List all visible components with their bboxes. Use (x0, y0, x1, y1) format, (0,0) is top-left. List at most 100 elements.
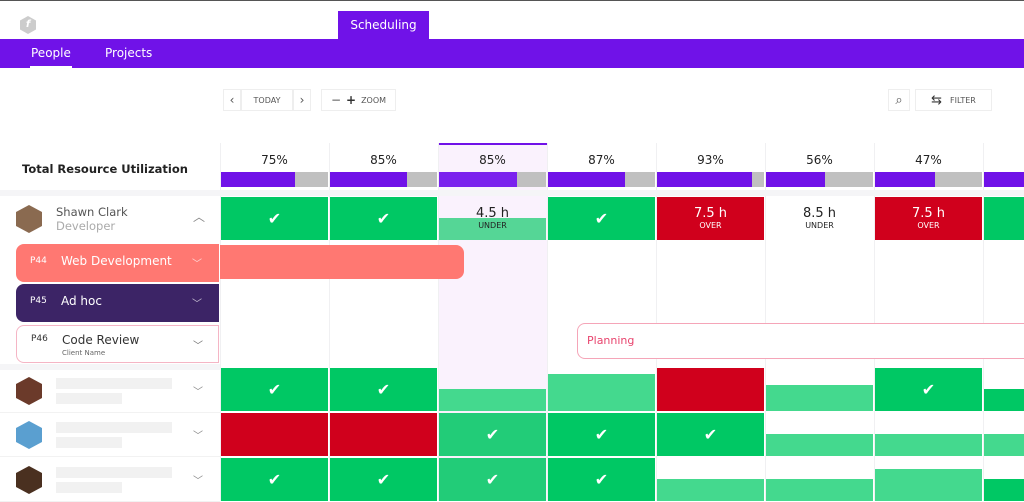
day-cell-ok[interactable] (984, 434, 1024, 456)
check-icon: ✔ (703, 425, 718, 444)
prev-button[interactable]: ‹ (223, 89, 241, 111)
role-placeholder (56, 393, 122, 404)
day-cell-ok[interactable] (766, 385, 873, 411)
check-icon: ✔ (485, 425, 500, 444)
day-cell-ok[interactable]: ✔ (330, 197, 437, 240)
zoom-in-icon[interactable]: + (346, 93, 356, 107)
day-cell-ok[interactable] (439, 389, 546, 411)
hours-value: 7.5 h (911, 206, 946, 221)
sub-nav: People Projects (0, 39, 1024, 68)
check-icon: ✔ (594, 425, 609, 444)
day-cell-over[interactable] (330, 413, 437, 456)
project-row-p45[interactable]: P45 Ad hoc ﹀ (16, 284, 219, 322)
check-icon: ✔ (921, 380, 936, 399)
status-label: UNDER (478, 221, 507, 230)
utilization-bar (221, 172, 328, 187)
day-cell-ok[interactable] (548, 374, 655, 411)
day-cell-over[interactable] (221, 413, 328, 456)
name-placeholder (56, 467, 172, 478)
day-cell-ok[interactable]: ✔ (221, 368, 328, 411)
day-cell-ok[interactable] (766, 434, 873, 456)
role-placeholder (56, 482, 122, 493)
check-icon: ✔ (376, 470, 391, 489)
chevron-down-icon[interactable]: ﹀ (192, 255, 202, 270)
chevron-down-icon[interactable]: ﹀ (193, 427, 203, 442)
schedule-grid: 75% 85% 85% 87% 93% 56% 47% ✔ ✔ 4.5 h UNDER ✔ 7.5 hO… (220, 143, 1024, 501)
utilization-bar (984, 172, 1024, 187)
tab-scheduling[interactable]: Scheduling (338, 11, 429, 40)
chevron-down-icon[interactable]: ﹀ (193, 337, 203, 352)
day-cell-over[interactable]: 7.5 h OVER (875, 197, 982, 240)
utilization-column[interactable]: 75% (220, 143, 329, 190)
day-cell-ok[interactable]: ✔ (330, 368, 437, 411)
day-cell-ok[interactable]: ✔ (548, 197, 655, 240)
check-icon: ✔ (594, 209, 609, 228)
chevron-down-icon[interactable]: ﹀ (193, 472, 203, 487)
next-button[interactable]: › (293, 89, 311, 111)
filter-label: FILTER (950, 95, 976, 105)
filter-icon: ⇆ (931, 92, 943, 108)
day-cell-ok[interactable] (984, 389, 1024, 411)
person-role: Developer (56, 219, 116, 233)
utilization-bar-fill (330, 172, 408, 187)
day-cell-ok[interactable] (657, 479, 764, 501)
utilization-percent: 87% (588, 153, 615, 167)
chevron-right-icon: › (299, 93, 305, 107)
day-cell-over[interactable]: 7.5 h OVER (657, 197, 764, 240)
hours-value: 7.5 h (693, 206, 728, 221)
status-label: OVER (917, 221, 940, 230)
day-cell-under[interactable]: 4.5 h UNDER (439, 197, 546, 240)
utilization-percent: 47% (915, 153, 942, 167)
project-name: Ad hoc (61, 294, 102, 308)
project-name: Code Review (62, 333, 140, 347)
utilization-column[interactable]: 85% (329, 143, 438, 190)
day-cell-ok[interactable]: ✔ (439, 458, 546, 501)
status-label: UNDER (805, 221, 834, 230)
utilization-percent: 85% (479, 153, 506, 167)
day-cell-ok[interactable] (766, 479, 873, 501)
tab-people[interactable]: People (30, 39, 72, 68)
utilization-title: Total Resource Utilization (22, 162, 188, 176)
utilization-column[interactable] (983, 143, 1024, 190)
utilization-column[interactable]: 47% (874, 143, 983, 190)
day-cell-ok[interactable]: ✔ (221, 197, 328, 240)
day-cell-ok[interactable]: ✔ (984, 197, 1024, 240)
chevron-down-icon[interactable]: ﹀ (193, 383, 203, 398)
utilization-bar-fill (221, 172, 295, 187)
check-icon: ✔ (267, 380, 282, 399)
check-icon: ✔ (485, 470, 500, 489)
day-cell-ok[interactable]: ✔ (548, 413, 655, 456)
project-bar-planning[interactable]: Planning (577, 323, 1024, 359)
check-icon: ✔ (376, 380, 391, 399)
chevron-down-icon[interactable]: ﹀ (192, 295, 202, 310)
utilization-bar-fill (984, 172, 1024, 187)
day-cell-ok[interactable] (875, 434, 982, 456)
utilization-bar-fill (875, 172, 935, 187)
day-cell-ok[interactable]: ✔ (657, 413, 764, 456)
project-row-p44[interactable]: P44 Web Development ﹀ (16, 244, 219, 282)
filter-button[interactable]: ⇆ FILTER (915, 89, 992, 111)
tab-projects[interactable]: Projects (105, 39, 152, 68)
project-bar-web-development[interactable] (220, 245, 464, 279)
utilization-bar (439, 172, 546, 187)
project-row-p46[interactable]: P46 Code Review Client Name ﹀ (16, 325, 219, 363)
day-cell-ok[interactable]: ✔ (221, 458, 328, 501)
today-button[interactable]: TODAY (241, 89, 293, 111)
day-cell-ok[interactable]: ✔ (548, 458, 655, 501)
day-cell-ok[interactable]: ✔ (875, 368, 982, 411)
utilization-column[interactable]: 87% (547, 143, 656, 190)
utilization-column[interactable]: 93% (656, 143, 765, 190)
day-cell-ok[interactable] (984, 479, 1024, 501)
day-cell-ok[interactable]: ✔ (330, 458, 437, 501)
search-button[interactable]: ⌕ (888, 89, 910, 111)
app-logo-icon[interactable]: f (20, 16, 36, 34)
zoom-out-icon[interactable]: − (331, 93, 341, 107)
day-cell-ok[interactable]: ✔ (439, 413, 546, 456)
day-cell-ok[interactable] (875, 469, 982, 501)
utilization-column[interactable]: 85% (438, 143, 547, 190)
check-icon: ✔ (594, 470, 609, 489)
utilization-column[interactable]: 56% (765, 143, 874, 190)
day-cell-over[interactable] (657, 368, 764, 411)
chevron-up-icon[interactable]: ︿ (193, 208, 205, 225)
day-cell-under[interactable]: 8.5 h UNDER (766, 197, 873, 240)
